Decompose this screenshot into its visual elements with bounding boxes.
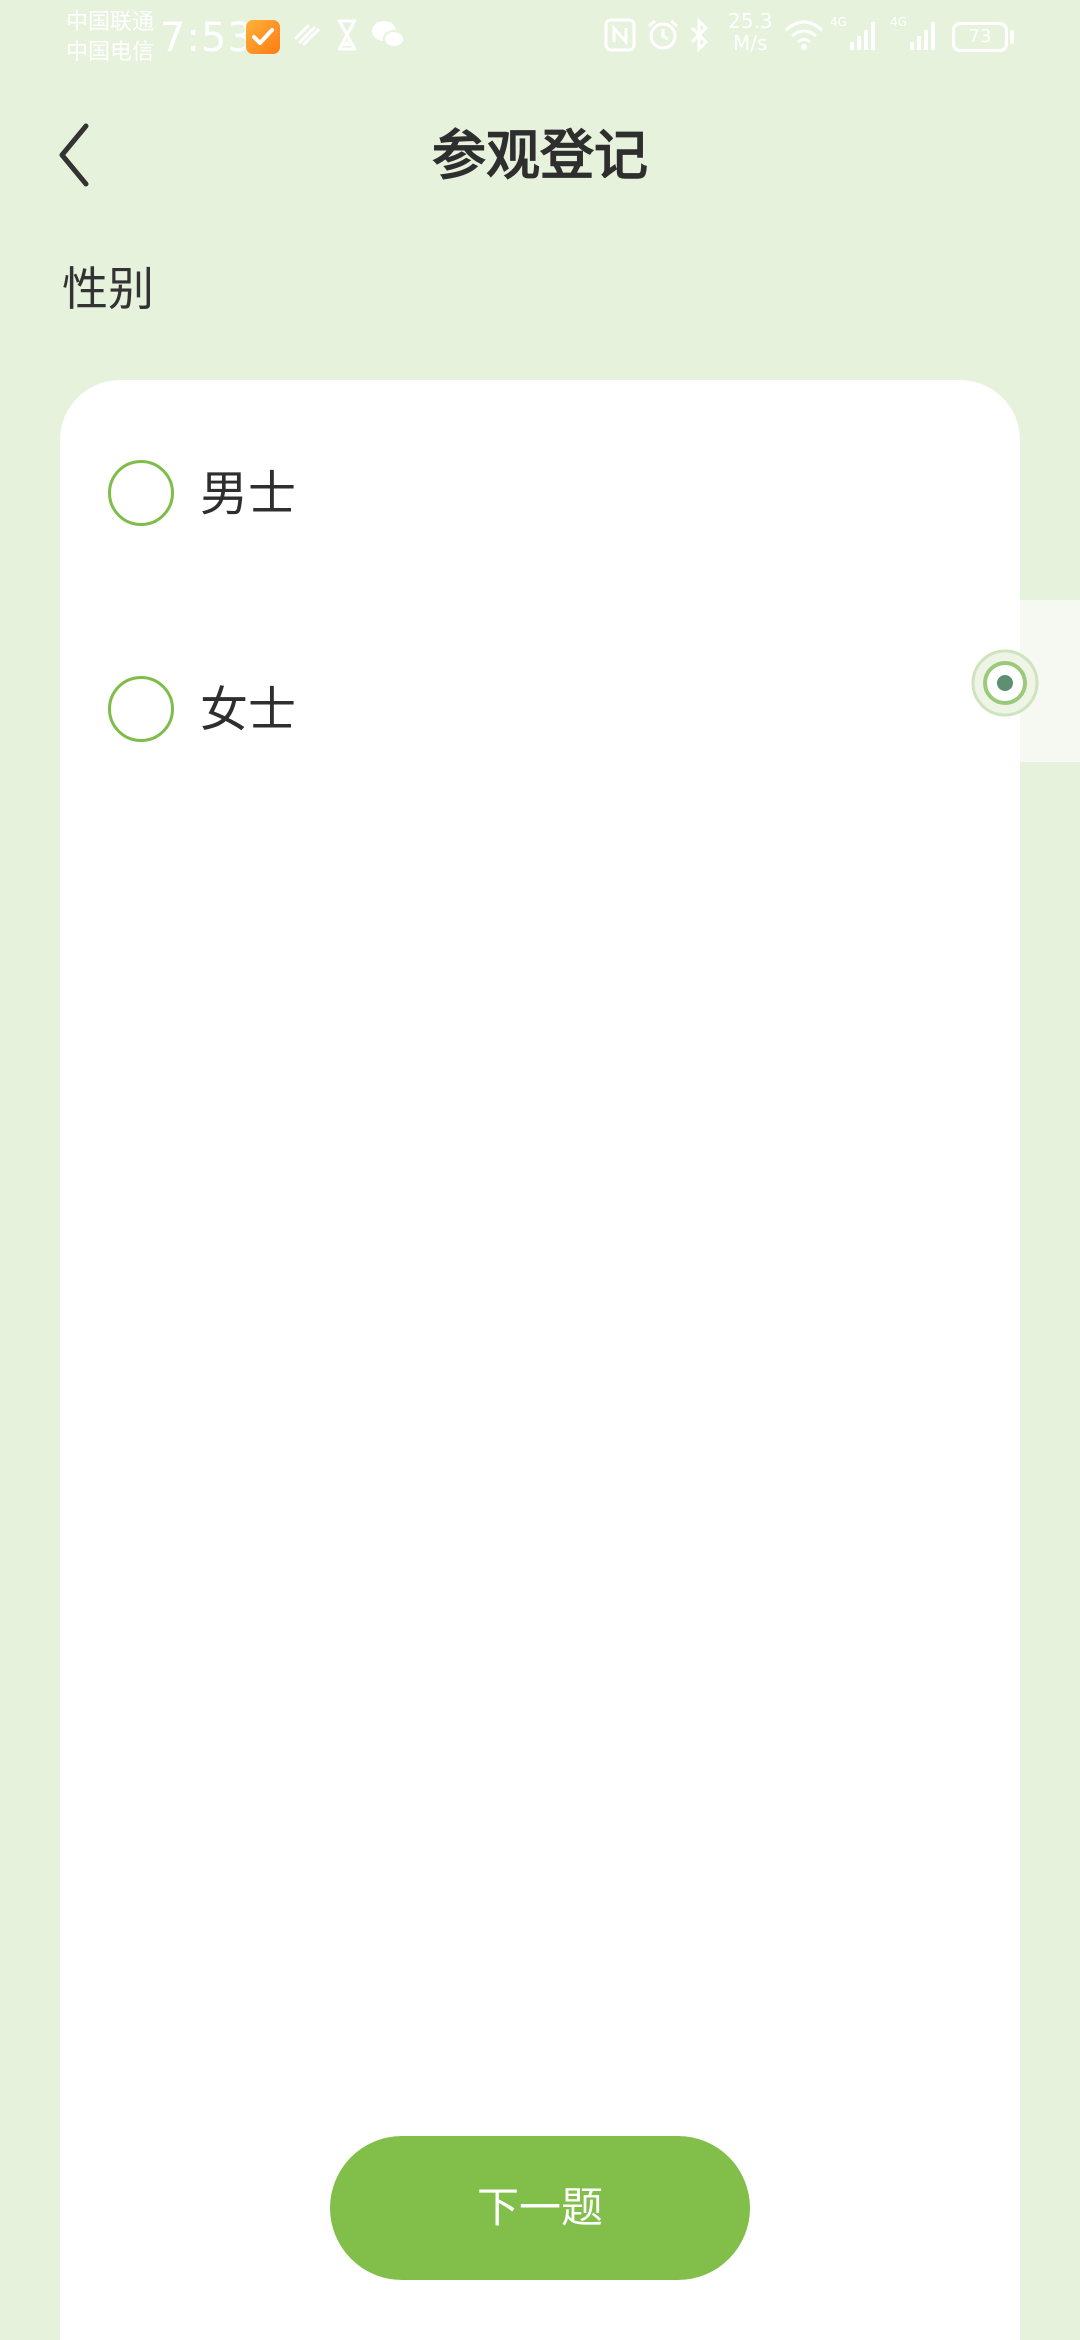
network-speed-unit: M/s	[733, 31, 768, 55]
signal-2-icon: 4G	[890, 14, 944, 58]
battery-indicator: 73	[952, 22, 1008, 52]
options-card: 男士 女士 下一题	[60, 380, 1020, 2340]
radio-button[interactable]	[108, 676, 174, 742]
wifi-icon	[784, 18, 824, 56]
hourglass-icon	[334, 18, 360, 56]
option-label: 男士	[200, 466, 297, 522]
floating-assistant-button[interactable]	[970, 648, 1040, 718]
link-icon	[290, 18, 324, 56]
option-label: 女士	[200, 682, 297, 738]
next-question-button[interactable]: 下一题	[330, 2136, 750, 2280]
signal-2-label: 4G	[890, 15, 907, 29]
carrier-1: 中国联通	[66, 10, 155, 35]
alarm-icon	[646, 18, 680, 56]
battery-tip	[1010, 30, 1014, 44]
wechat-icon	[370, 18, 406, 56]
target-icon	[971, 649, 1039, 717]
option-female[interactable]: 女士	[108, 670, 708, 750]
question-label: 性别	[62, 262, 154, 316]
option-male[interactable]: 男士	[108, 454, 708, 534]
radio-button[interactable]	[108, 460, 174, 526]
page-title: 参观登记	[432, 124, 648, 187]
nfc-icon	[604, 18, 636, 56]
signal-1-icon: 4G	[830, 14, 884, 58]
carrier-info: 中国联通 中国电信	[66, 8, 154, 68]
task-app-icon	[246, 20, 280, 54]
network-speed-value: 25.3	[728, 9, 773, 33]
status-bar: 中国联通 中国电信 7:53 25.3 M/s 4G 4G 73	[0, 0, 1080, 78]
signal-1-label: 4G	[830, 15, 847, 29]
network-speed: 25.3 M/s	[728, 10, 773, 54]
carrier-2: 中国电信	[66, 40, 155, 65]
status-time: 7:53	[160, 15, 254, 61]
bluetooth-icon	[688, 17, 712, 56]
